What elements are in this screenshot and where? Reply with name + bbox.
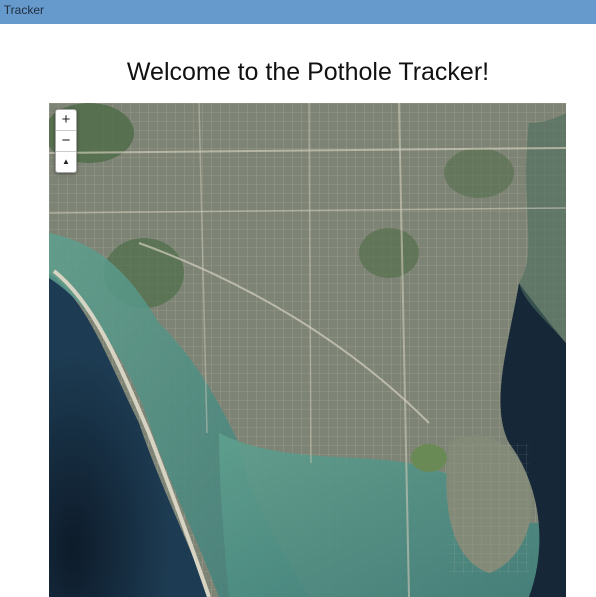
app-title: e Tracker (0, 3, 45, 17)
zoom-in-button[interactable]: + (56, 110, 76, 131)
app-header-bar: e Tracker (0, 0, 596, 24)
page-heading: Welcome to the Pothole Tracker! (126, 58, 490, 86)
map-zoom-controls: + − ▲ (55, 109, 77, 173)
compass-reset-button[interactable]: ▲ (56, 152, 76, 172)
zoom-out-button[interactable]: − (56, 131, 76, 152)
satellite-imagery (49, 103, 566, 597)
satellite-map[interactable]: + − ▲ (49, 103, 566, 597)
